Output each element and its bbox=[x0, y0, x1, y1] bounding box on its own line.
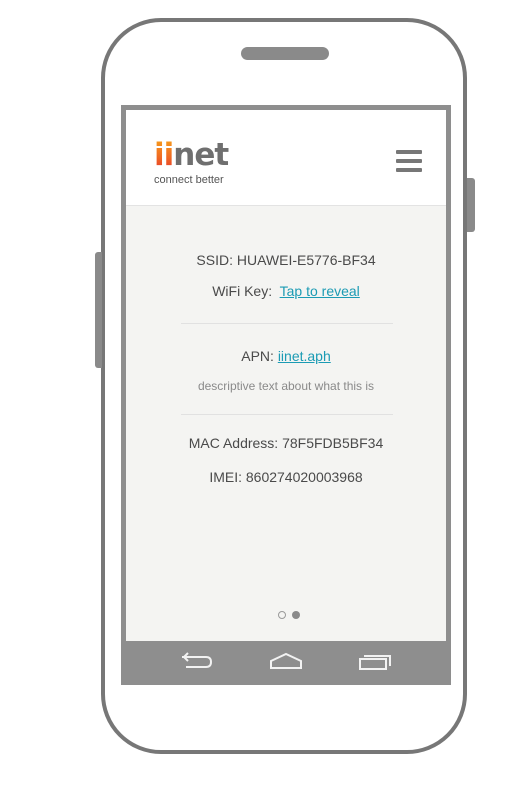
mac-address-row: MAC Address: 78F5FDB5BF34 bbox=[126, 435, 446, 451]
hamburger-menu-icon[interactable] bbox=[396, 150, 422, 172]
wifi-key-row: WiFi Key: Tap to reveal bbox=[126, 283, 446, 299]
home-icon[interactable] bbox=[266, 649, 306, 675]
phone-speaker bbox=[241, 47, 329, 60]
volume-button bbox=[95, 252, 102, 368]
device-info-panel: SSID: HUAWEI-E5776-BF34 WiFi Key: Tap to… bbox=[126, 206, 446, 641]
app-header: iinet connect better bbox=[126, 110, 446, 206]
reveal-key-link[interactable]: Tap to reveal bbox=[280, 283, 360, 299]
power-button bbox=[467, 178, 475, 232]
apn-label: APN: bbox=[241, 348, 274, 364]
ssid-label: SSID: bbox=[196, 252, 233, 268]
apn-description: descriptive text about what this is bbox=[197, 379, 375, 393]
page-dot[interactable] bbox=[278, 611, 286, 619]
page-dot-active[interactable] bbox=[292, 611, 300, 619]
logo-wordmark: iinet bbox=[154, 137, 229, 173]
apn-link[interactable]: iinet.aph bbox=[278, 348, 331, 364]
logo-tagline: connect better bbox=[154, 174, 224, 186]
divider bbox=[181, 414, 393, 415]
divider bbox=[181, 323, 393, 324]
imei-row: IMEI: 860274020003968 bbox=[126, 469, 446, 485]
imei-label: IMEI: bbox=[209, 469, 242, 485]
apn-row: APN: iinet.aph bbox=[126, 348, 446, 364]
imei-value: 860274020003968 bbox=[245, 469, 363, 485]
iinet-logo[interactable]: iinet connect better bbox=[154, 140, 244, 190]
ssid-row: SSID: HUAWEI-E5776-BF34 bbox=[126, 252, 446, 268]
phone-screen: iinet connect better SSID: HUAWEI-E5776-… bbox=[121, 105, 451, 685]
page-indicator bbox=[276, 611, 306, 623]
ssid-value: HUAWEI-E5776-BF34 bbox=[236, 252, 376, 268]
android-nav-bar bbox=[121, 641, 451, 685]
app-view: iinet connect better SSID: HUAWEI-E5776-… bbox=[126, 110, 446, 641]
wifi-key-label: WiFi Key: bbox=[212, 283, 273, 299]
mac-label: MAC Address: bbox=[188, 435, 279, 451]
mac-value: 78F5FDB5BF34 bbox=[282, 435, 384, 451]
back-icon[interactable] bbox=[176, 649, 216, 675]
recent-apps-icon[interactable] bbox=[356, 649, 396, 675]
